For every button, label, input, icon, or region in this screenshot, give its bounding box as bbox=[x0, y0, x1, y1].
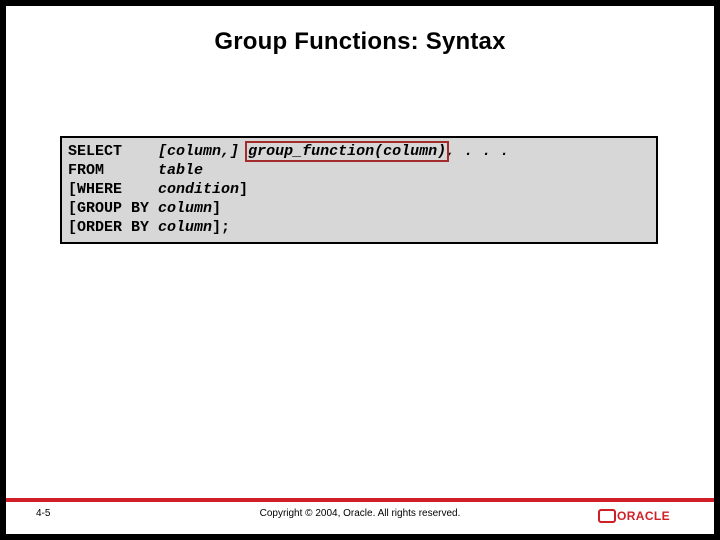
code-line-groupby: [GROUP BY column] bbox=[68, 199, 650, 218]
oracle-logo-icon bbox=[598, 509, 616, 523]
arg-condition: condition bbox=[158, 181, 239, 198]
keyword-select: SELECT bbox=[68, 143, 122, 160]
oracle-logo-text: ORACLE bbox=[617, 509, 670, 523]
pad bbox=[149, 219, 158, 236]
syntax-code-block: SELECT [column,] group_function(column),… bbox=[60, 136, 658, 244]
arg-table: table bbox=[158, 162, 203, 179]
slide: Group Functions: Syntax SELECT [column,]… bbox=[6, 6, 714, 534]
code-line-select: SELECT [column,] group_function(column),… bbox=[68, 142, 650, 161]
footer-divider bbox=[6, 498, 714, 502]
arg-column-list: [column,] bbox=[158, 143, 239, 160]
keyword-order-by: [ORDER BY bbox=[68, 219, 149, 236]
pad bbox=[104, 162, 158, 179]
oracle-logo: ORACLE bbox=[598, 507, 690, 523]
slide-title: Group Functions: Syntax bbox=[6, 28, 714, 56]
bracket-close: ] bbox=[212, 200, 221, 217]
keyword-where: [WHERE bbox=[68, 181, 122, 198]
arg-tail: , . . . bbox=[446, 143, 509, 160]
bracket-close: ] bbox=[239, 181, 248, 198]
pad bbox=[149, 200, 158, 217]
terminator: ]; bbox=[212, 219, 230, 236]
code-line-orderby: [ORDER BY column]; bbox=[68, 218, 650, 237]
sp bbox=[239, 143, 248, 160]
highlight-group-function: group_function(column) bbox=[248, 142, 446, 161]
arg-group-function: group_function(column) bbox=[248, 143, 446, 160]
keyword-group-by: [GROUP BY bbox=[68, 200, 149, 217]
code-line-from: FROM table bbox=[68, 161, 650, 180]
arg-order-column: column bbox=[158, 219, 212, 236]
keyword-from: FROM bbox=[68, 162, 104, 179]
arg-group-column: column bbox=[158, 200, 212, 217]
pad bbox=[122, 143, 158, 160]
code-line-where: [WHERE condition] bbox=[68, 180, 650, 199]
pad bbox=[122, 181, 158, 198]
